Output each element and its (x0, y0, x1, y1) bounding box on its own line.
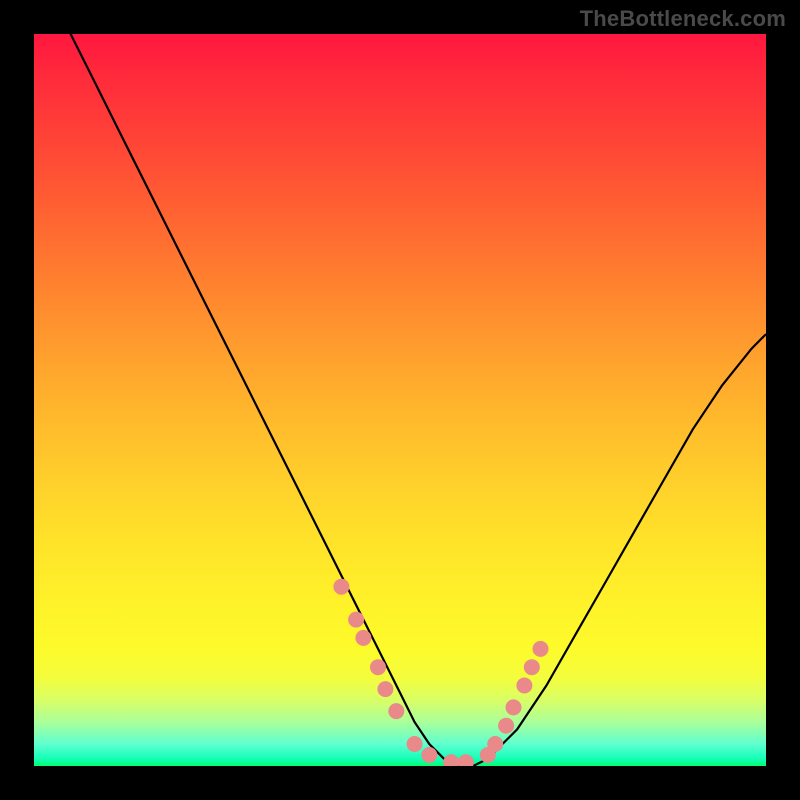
marker-point (533, 641, 549, 657)
chart-container: TheBottleneck.com (0, 0, 800, 800)
plot-area (34, 34, 766, 766)
marker-point (506, 699, 522, 715)
watermark: TheBottleneck.com (580, 6, 786, 32)
marker-point (377, 681, 393, 697)
marker-point (524, 659, 540, 675)
marker-point (333, 579, 349, 595)
marker-point (443, 754, 459, 766)
marker-point (458, 754, 474, 766)
marker-point (421, 747, 437, 763)
marker-point (487, 736, 503, 752)
bottleneck-curve (34, 34, 766, 766)
marker-point (370, 659, 386, 675)
marker-point (355, 630, 371, 646)
marker-point (516, 678, 532, 694)
marker-point (348, 612, 364, 628)
marker-point (498, 718, 514, 734)
chart-svg (34, 34, 766, 766)
marker-point (407, 736, 423, 752)
highlighted-points (333, 579, 548, 766)
marker-point (388, 703, 404, 719)
